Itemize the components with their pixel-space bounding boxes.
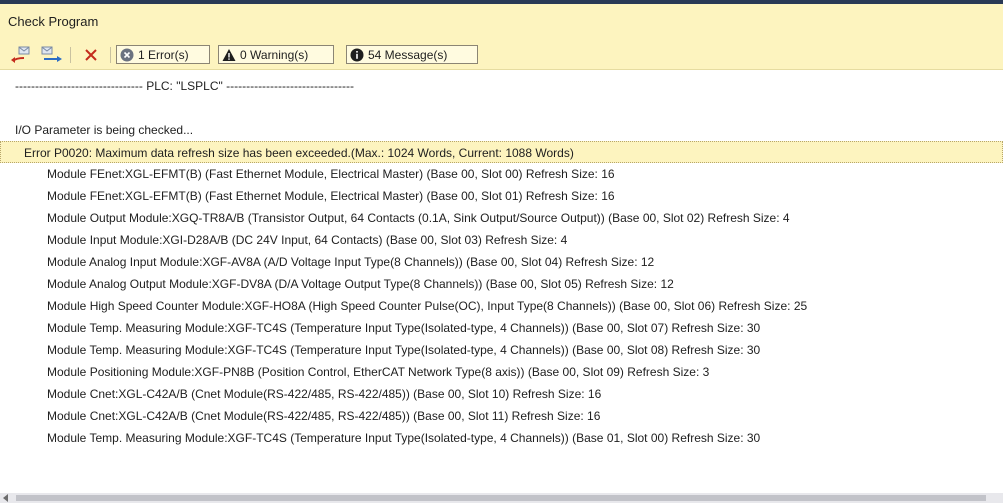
message-text: Module Analog Output Module:XGF-DV8A (D/… [47,277,674,291]
message-text: -------------------------------- PLC: "L… [15,79,354,93]
message-row[interactable]: Module Temp. Measuring Module:XGF-TC4S (… [0,317,1003,339]
message-row[interactable]: Module Cnet:XGL-C42A/B (Cnet Module(RS-4… [0,383,1003,405]
messages-filter-button[interactable]: 54 Message(s) [346,45,478,64]
toolbar-separator [70,47,71,63]
message-row[interactable]: Module Positioning Module:XGF-PN8B (Posi… [0,361,1003,383]
message-row[interactable]: Module Temp. Measuring Module:XGF-TC4S (… [0,427,1003,449]
horizontal-scrollbar[interactable] [0,493,1003,503]
message-text: Module Cnet:XGL-C42A/B (Cnet Module(RS-4… [47,409,601,423]
panel-title-bar: Check Program [0,4,1003,40]
message-row[interactable]: I/O Parameter is being checked... [0,119,1003,141]
error-circle-icon [120,48,134,62]
message-row[interactable]: Module Cnet:XGL-C42A/B (Cnet Module(RS-4… [0,405,1003,427]
warnings-filter-button[interactable]: 0 Warning(s) [218,45,334,64]
message-row[interactable]: Module Analog Output Module:XGF-DV8A (D/… [0,273,1003,295]
message-row[interactable]: Module High Speed Counter Module:XGF-HO8… [0,295,1003,317]
message-row[interactable] [0,97,1003,119]
message-text: Module Temp. Measuring Module:XGF-TC4S (… [47,431,761,445]
errors-filter-button[interactable]: 1 Error(s) [116,45,210,64]
output-list[interactable]: -------------------------------- PLC: "L… [0,70,1003,493]
message-text: Module Cnet:XGL-C42A/B (Cnet Module(RS-4… [47,387,602,401]
messages-count-label: 54 Message(s) [368,47,448,62]
errors-count-label: 1 Error(s) [138,47,189,62]
message-row[interactable]: Module Output Module:XGQ-TR8A/B (Transis… [0,207,1003,229]
message-text: Module Output Module:XGQ-TR8A/B (Transis… [47,211,790,225]
warning-triangle-icon [222,48,236,62]
message-row[interactable]: Module Analog Input Module:XGF-AV8A (A/D… [0,251,1003,273]
info-circle-icon [350,48,364,62]
message-text: Module Temp. Measuring Module:XGF-TC4S (… [47,343,761,357]
message-text: I/O Parameter is being checked... [15,123,194,137]
panel-title: Check Program [8,14,99,29]
message-text: Module Input Module:XGI-D28A/B (DC 24V I… [47,233,568,247]
scrollbar-thumb[interactable] [16,495,986,501]
warnings-count-label: 0 Warning(s) [240,47,309,62]
toolbar: 1 Error(s) 0 Warning(s) 54 Message(s) [0,40,1003,70]
message-text: Module FEnet:XGL-EFMT(B) (Fast Ethernet … [47,189,615,203]
message-row[interactable]: Module FEnet:XGL-EFMT(B) (Fast Ethernet … [0,163,1003,185]
scroll-left-arrow-icon[interactable] [3,494,8,502]
message-row[interactable]: Module FEnet:XGL-EFMT(B) (Fast Ethernet … [0,185,1003,207]
message-row[interactable]: Module Input Module:XGI-D28A/B (DC 24V I… [0,229,1003,251]
message-text: Module High Speed Counter Module:XGF-HO8… [47,299,808,313]
message-text: Module Temp. Measuring Module:XGF-TC4S (… [47,321,761,335]
message-text: Error P0020: Maximum data refresh size h… [24,146,574,160]
next-message-icon[interactable] [40,46,64,64]
toolbar-separator [110,47,111,63]
clear-x-icon[interactable] [83,46,99,64]
message-text: Module FEnet:XGL-EFMT(B) (Fast Ethernet … [47,167,615,181]
message-text: Module Analog Input Module:XGF-AV8A (A/D… [47,255,655,269]
message-text: Module Positioning Module:XGF-PN8B (Posi… [47,365,710,379]
previous-message-icon[interactable] [10,46,32,64]
message-row[interactable]: -------------------------------- PLC: "L… [0,75,1003,97]
error-message-row[interactable]: Error P0020: Maximum data refresh size h… [0,141,1003,163]
message-row[interactable]: Module Temp. Measuring Module:XGF-TC4S (… [0,339,1003,361]
